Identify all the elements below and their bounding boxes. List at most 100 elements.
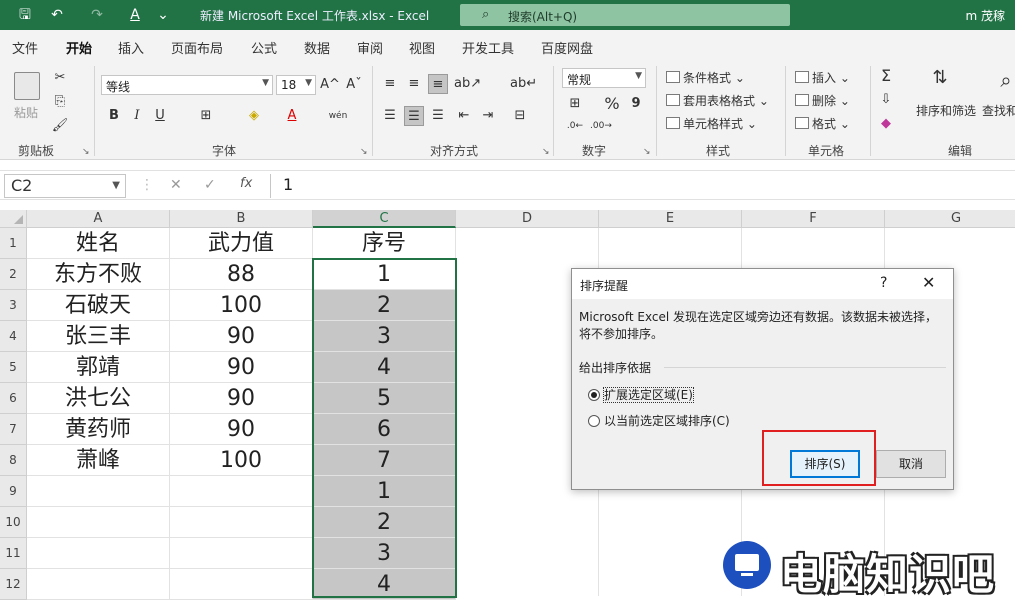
select-all-button[interactable] bbox=[0, 210, 27, 228]
font-name-select[interactable]: 等线 ▼ bbox=[101, 75, 273, 95]
cut-icon[interactable]: ✂ bbox=[50, 68, 70, 88]
alignment-launcher-icon[interactable]: ↘ bbox=[542, 147, 550, 157]
row-header[interactable]: 12 bbox=[0, 569, 27, 600]
wrap-text-icon[interactable]: ab↵ bbox=[510, 74, 537, 94]
decrease-decimal-icon[interactable]: .00→ bbox=[590, 116, 612, 136]
cell-a2[interactable]: 东方不败 bbox=[27, 259, 170, 290]
cell-a4[interactable]: 张三丰 bbox=[27, 321, 170, 352]
font-color-quick-icon[interactable]: A bbox=[124, 5, 146, 25]
fill-color-icon[interactable]: ◈ bbox=[244, 106, 264, 126]
comma-style-icon[interactable]: 9 bbox=[626, 94, 646, 114]
format-as-table-button[interactable]: 套用表格格式 ⌄ bbox=[666, 92, 769, 109]
cancel-button[interactable]: 取消 bbox=[876, 450, 946, 478]
search-box[interactable]: ⌕ 搜索(Alt+Q) bbox=[460, 4, 790, 26]
row-header[interactable]: 11 bbox=[0, 538, 27, 569]
tab-baidu-netdisk[interactable]: 百度网盘 bbox=[541, 38, 593, 57]
merge-center-icon[interactable]: ⊟ bbox=[510, 106, 530, 126]
close-icon[interactable]: ✕ bbox=[922, 273, 935, 292]
formula-input[interactable]: 1 bbox=[270, 174, 1012, 198]
delete-cells-button[interactable]: 删除 ⌄ bbox=[795, 92, 850, 109]
bold-button[interactable]: B bbox=[104, 106, 124, 126]
row-header[interactable]: 3 bbox=[0, 290, 27, 321]
row-header[interactable]: 10 bbox=[0, 507, 27, 538]
cell-c6[interactable]: 5 bbox=[313, 383, 456, 414]
align-middle-icon[interactable]: ≡ bbox=[404, 74, 424, 94]
cell-b11[interactable] bbox=[170, 538, 313, 569]
cell-c3[interactable]: 2 bbox=[313, 290, 456, 321]
cancel-entry-icon[interactable]: ✕ bbox=[170, 177, 182, 193]
align-top-icon[interactable]: ≡ bbox=[380, 74, 400, 94]
row-header[interactable]: 1 bbox=[0, 228, 27, 259]
align-center-icon[interactable]: ☰ bbox=[404, 106, 424, 126]
tab-view[interactable]: 视图 bbox=[409, 38, 435, 57]
cell-a12[interactable] bbox=[27, 569, 170, 600]
cell-b12[interactable] bbox=[170, 569, 313, 600]
tab-home[interactable]: 开始 bbox=[66, 38, 93, 63]
clear-icon[interactable]: ◆ bbox=[876, 114, 896, 134]
row-header[interactable]: 6 bbox=[0, 383, 27, 414]
cell-b2[interactable]: 88 bbox=[170, 259, 313, 290]
orientation-icon[interactable]: ab↗ bbox=[454, 74, 481, 94]
tab-file[interactable]: 文件 bbox=[12, 38, 38, 57]
underline-button[interactable]: U bbox=[150, 106, 170, 126]
cell-b10[interactable] bbox=[170, 507, 313, 538]
insert-function-icon[interactable]: fx bbox=[240, 176, 252, 191]
italic-button[interactable]: I bbox=[127, 106, 147, 126]
cell-a11[interactable] bbox=[27, 538, 170, 569]
align-left-icon[interactable]: ☰ bbox=[380, 106, 400, 126]
increase-decimal-icon[interactable]: .0← bbox=[565, 116, 585, 136]
sort-filter-label[interactable]: 排序和筛选 bbox=[916, 102, 976, 119]
cell-c10[interactable]: 2 bbox=[313, 507, 456, 538]
borders-icon[interactable]: ⊞ bbox=[196, 106, 216, 126]
cell-styles-button[interactable]: 单元格样式 ⌄ bbox=[666, 115, 757, 132]
tab-data[interactable]: 数据 bbox=[304, 38, 330, 57]
cell-a3[interactable]: 石破天 bbox=[27, 290, 170, 321]
align-right-icon[interactable]: ☰ bbox=[428, 106, 448, 126]
customize-quick-access-icon[interactable]: ⌄ bbox=[152, 5, 174, 25]
column-header-f[interactable]: F bbox=[742, 210, 885, 228]
row-header[interactable]: 7 bbox=[0, 414, 27, 445]
name-box[interactable]: C2 ▼ bbox=[4, 174, 126, 198]
cell-c11[interactable]: 3 bbox=[313, 538, 456, 569]
user-account[interactable]: m 茂稼 bbox=[965, 7, 1005, 24]
column-header-g[interactable]: G bbox=[885, 210, 1015, 228]
format-cells-button[interactable]: 格式 ⌄ bbox=[795, 115, 850, 132]
tab-developer[interactable]: 开发工具 bbox=[462, 38, 514, 57]
cell-b9[interactable] bbox=[170, 476, 313, 507]
row-header[interactable]: 5 bbox=[0, 352, 27, 383]
cell-a1[interactable]: 姓名 bbox=[27, 228, 170, 259]
cell-c2[interactable]: 1 bbox=[313, 259, 456, 290]
cell-b5[interactable]: 90 bbox=[170, 352, 313, 383]
increase-indent-icon[interactable]: ⇥ bbox=[478, 106, 498, 126]
tab-page-layout[interactable]: 页面布局 bbox=[171, 38, 223, 57]
cell-a7[interactable]: 黄药师 bbox=[27, 414, 170, 445]
format-painter-icon[interactable]: 🖌 bbox=[50, 116, 70, 136]
cell-b1[interactable]: 武力值 bbox=[170, 228, 313, 259]
find-select-icon[interactable]: ⌕ bbox=[996, 70, 1015, 90]
column-header-e[interactable]: E bbox=[599, 210, 742, 228]
insert-cells-button[interactable]: 插入 ⌄ bbox=[795, 69, 850, 86]
accounting-format-icon[interactable]: ⊞ bbox=[565, 94, 585, 114]
cell-c12[interactable]: 4 bbox=[313, 569, 456, 600]
decrease-indent-icon[interactable]: ⇤ bbox=[454, 106, 474, 126]
cell-c4[interactable]: 3 bbox=[313, 321, 456, 352]
help-icon[interactable]: ? bbox=[880, 275, 887, 291]
cell-b8[interactable]: 100 bbox=[170, 445, 313, 476]
cell-a8[interactable]: 萧峰 bbox=[27, 445, 170, 476]
font-color-icon[interactable]: A bbox=[282, 106, 302, 126]
sort-filter-icon[interactable]: ⇅ bbox=[930, 68, 950, 88]
font-size-select[interactable]: 18 ▼ bbox=[276, 75, 316, 95]
decrease-font-size-icon[interactable]: Aˇ bbox=[344, 75, 364, 95]
autosum-icon[interactable]: Σ bbox=[876, 66, 896, 86]
cell-a10[interactable] bbox=[27, 507, 170, 538]
cell-b6[interactable]: 90 bbox=[170, 383, 313, 414]
cell-c7[interactable]: 6 bbox=[313, 414, 456, 445]
row-header[interactable]: 8 bbox=[0, 445, 27, 476]
row-header[interactable]: 2 bbox=[0, 259, 27, 290]
tab-formulas[interactable]: 公式 bbox=[251, 38, 277, 57]
undo-icon[interactable]: ↶ bbox=[46, 5, 68, 25]
number-launcher-icon[interactable]: ↘ bbox=[643, 147, 651, 157]
cell-c8[interactable]: 7 bbox=[313, 445, 456, 476]
phonetic-guide-icon[interactable]: wén bbox=[328, 106, 348, 126]
tab-review[interactable]: 审阅 bbox=[357, 38, 383, 57]
